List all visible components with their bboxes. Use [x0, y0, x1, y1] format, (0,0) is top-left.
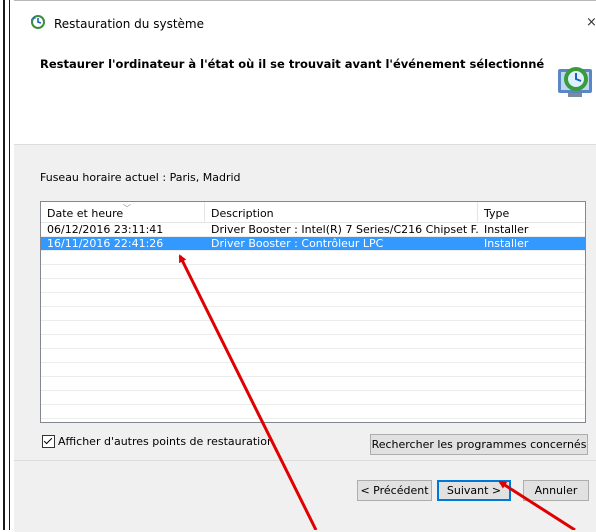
main-content: Fuseau horaire actuel : Paris, Madrid Da… — [14, 144, 596, 461]
system-restore-illustration-icon — [558, 67, 592, 97]
window-title: Restauration du système — [54, 17, 204, 31]
header-panel: Restaurer l'ordinateur à l'état où il se… — [14, 37, 596, 144]
edge-line — [3, 0, 5, 530]
empty-row — [41, 377, 585, 391]
cancel-button[interactable]: Annuler — [523, 480, 589, 501]
column-type[interactable]: Type — [478, 202, 585, 222]
row-description: Driver Booster : Intel(R) 7 Series/C216 … — [211, 223, 478, 236]
footer-bar: < Précédent Suivant > Annuler — [14, 460, 596, 532]
restore-points-list[interactable]: Date et heure ﹀ Description Type 06/12/2… — [40, 201, 586, 423]
show-more-label: Afficher d'autres points de restauration — [58, 435, 274, 448]
system-restore-window: Restauration du système × Restaurer l'or… — [14, 0, 596, 532]
column-date-label: Date et heure — [47, 207, 124, 220]
empty-row — [41, 363, 585, 377]
empty-row — [41, 321, 585, 335]
empty-row — [41, 391, 585, 405]
column-type-label: Type — [484, 207, 510, 220]
table-row[interactable]: 06/12/2016 23:11:41 Driver Booster : Int… — [41, 223, 585, 237]
show-more-checkbox[interactable] — [42, 435, 55, 448]
empty-row — [41, 293, 585, 307]
column-description-label: Description — [211, 207, 274, 220]
empty-row — [41, 335, 585, 349]
empty-row — [41, 251, 585, 265]
list-header: Date et heure ﹀ Description Type — [41, 202, 585, 223]
timezone-label: Fuseau horaire actuel : Paris, Madrid — [40, 171, 241, 184]
sort-caret-icon: ﹀ — [123, 204, 131, 213]
empty-row — [41, 307, 585, 321]
empty-row — [41, 279, 585, 293]
table-row-selected[interactable]: 16/11/2016 22:41:26 Driver Booster : Con… — [41, 237, 585, 251]
list-rows: 06/12/2016 23:11:41 Driver Booster : Int… — [41, 223, 585, 419]
left-window-edge — [0, 0, 14, 530]
next-button[interactable]: Suivant > — [437, 480, 511, 501]
row-description: Driver Booster : Contrôleur LPC — [211, 237, 384, 250]
row-date: 06/12/2016 23:11:41 — [47, 223, 164, 236]
row-type: Installer — [484, 223, 529, 236]
title-bar: Restauration du système × — [14, 1, 596, 37]
instruction-heading: Restaurer l'ordinateur à l'état où il se… — [40, 57, 545, 71]
row-date: 16/11/2016 22:41:26 — [47, 237, 164, 250]
previous-button[interactable]: < Précédent — [357, 480, 432, 501]
system-restore-icon — [31, 15, 45, 29]
edge-line — [9, 0, 10, 530]
column-description[interactable]: Description — [205, 202, 478, 222]
empty-row — [41, 265, 585, 279]
show-more-option[interactable]: Afficher d'autres points de restauration — [42, 435, 274, 448]
column-date[interactable]: Date et heure ﹀ — [41, 202, 205, 222]
close-icon[interactable]: × — [586, 15, 596, 30]
row-type: Installer — [484, 237, 529, 250]
empty-row — [41, 349, 585, 363]
empty-row — [41, 405, 585, 419]
scan-affected-programs-button[interactable]: Rechercher les programmes concernés — [370, 434, 588, 455]
